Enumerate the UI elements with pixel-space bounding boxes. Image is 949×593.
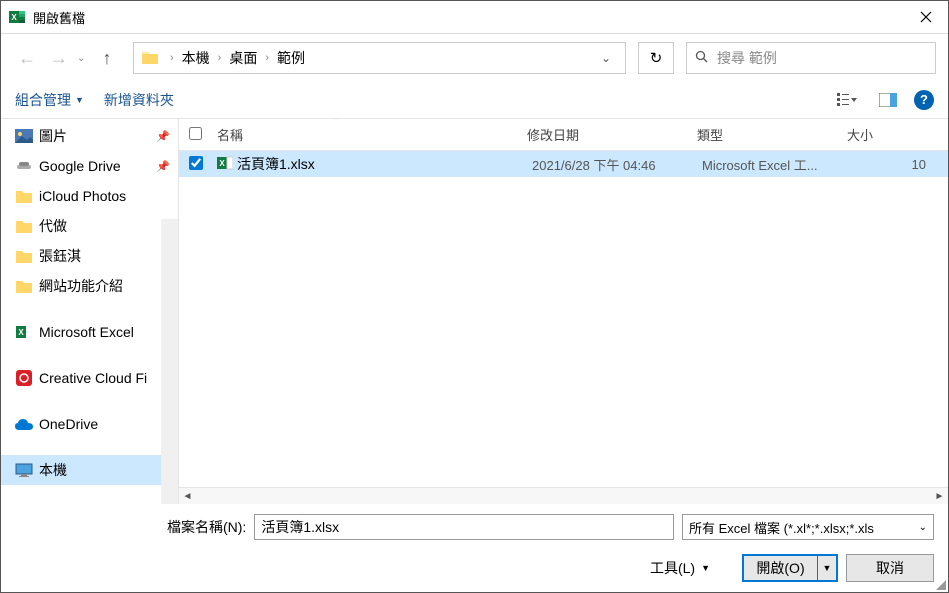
sidebar-item-folder[interactable]: 張鈺淇 (1, 241, 178, 271)
folder-icon (15, 217, 33, 235)
toolbar: 組合管理▼ 新增資料夾 ? (1, 82, 948, 118)
resize-grip[interactable] (934, 578, 946, 590)
dialog-footer: 檔案名稱(N): 所有 Excel 檔案 (*.xl*;*.xlsx;*.xls… (1, 504, 948, 592)
sidebar-item-folder[interactable]: 代做 (1, 211, 178, 241)
select-all-checkbox[interactable] (189, 127, 202, 140)
file-checkbox[interactable] (189, 156, 203, 170)
breadcrumb-item[interactable]: 桌面 (227, 48, 259, 68)
sidebar-item-onedrive[interactable]: OneDrive (1, 409, 178, 439)
search-input[interactable]: 搜尋 範例 (686, 42, 936, 74)
address-bar[interactable]: › 本機 › 桌面 › 範例 ⌄ (133, 42, 626, 74)
filename-input[interactable] (254, 514, 674, 540)
chevron-right-icon[interactable]: › (259, 52, 275, 64)
breadcrumb-item[interactable]: 範例 (275, 48, 307, 68)
open-dropdown[interactable]: ▼ (818, 556, 836, 580)
folder-icon (15, 247, 33, 265)
column-header-type[interactable]: 類型 (697, 125, 847, 144)
scroll-right-icon[interactable]: ► (931, 488, 948, 505)
file-open-dialog: X 開啟舊檔 ← → ⌄ ↑ › 本機 › 桌面 › 範例 ⌄ ↻ (0, 0, 949, 593)
horizontal-scrollbar[interactable]: ◄ ► (179, 487, 948, 504)
sidebar-item-folder[interactable]: 網站功能介紹 (1, 271, 178, 301)
file-type: Microsoft Excel 工... (702, 155, 847, 174)
breadcrumb-item[interactable]: 本機 (180, 48, 212, 68)
main-area: 圖片 📌 Google Drive 📌 iCloud Photos 代做 張鈺淇 (1, 118, 948, 504)
creative-cloud-icon (15, 369, 33, 387)
chevron-down-icon: ⌄ (919, 522, 927, 533)
address-dropdown[interactable]: ⌄ (595, 51, 617, 65)
svg-text:X: X (11, 13, 17, 22)
search-icon (695, 50, 709, 67)
svg-text:X: X (18, 328, 24, 337)
sidebar-item-excel[interactable]: X Microsoft Excel (1, 317, 178, 347)
open-button[interactable]: 開啟(O) (744, 556, 818, 580)
open-button-group: 開啟(O) ▼ (742, 554, 838, 582)
file-date: 2021/6/28 下午 04:46 (532, 155, 702, 174)
sidebar-scrollbar[interactable] (161, 219, 178, 504)
sidebar-item-network[interactable]: 網路 (1, 501, 178, 504)
excel-icon: X (15, 323, 33, 341)
navigation-bar: ← → ⌄ ↑ › 本機 › 桌面 › 範例 ⌄ ↻ 搜尋 範例 (1, 34, 948, 82)
organize-button[interactable]: 組合管理▼ (15, 90, 84, 110)
folder-icon (15, 277, 33, 295)
sidebar-item-creative-cloud[interactable]: Creative Cloud Fi (1, 363, 178, 393)
sidebar-item-gdrive[interactable]: Google Drive 📌 (1, 151, 178, 181)
refresh-button[interactable]: ↻ (638, 42, 674, 74)
column-header-size[interactable]: 大小 (847, 125, 948, 144)
forward-button[interactable]: → (45, 44, 73, 72)
cancel-button[interactable]: 取消 (846, 554, 934, 582)
sort-indicator-icon: ⌃ (332, 118, 340, 127)
gdrive-icon (15, 157, 33, 175)
sidebar-item-pictures[interactable]: 圖片 📌 (1, 121, 178, 151)
navigation-pane: 圖片 📌 Google Drive 📌 iCloud Photos 代做 張鈺淇 (1, 119, 179, 504)
chevron-right-icon[interactable]: › (212, 52, 228, 64)
filetype-dropdown[interactable]: 所有 Excel 檔案 (*.xl*;*.xlsx;*.xls ⌄ (682, 514, 934, 540)
onedrive-icon (15, 415, 33, 433)
scroll-left-icon[interactable]: ◄ (179, 488, 196, 505)
pin-icon: 📌 (156, 130, 170, 143)
folder-icon (142, 50, 158, 66)
file-name: 活頁簿1.xlsx (237, 154, 532, 174)
history-dropdown[interactable]: ⌄ (77, 53, 89, 64)
excel-app-icon: X (9, 9, 25, 25)
up-button[interactable]: ↑ (93, 44, 121, 72)
view-options-button[interactable] (834, 86, 862, 114)
new-folder-button[interactable]: 新增資料夾 (104, 90, 174, 110)
tools-button[interactable]: 工具(L) ▼ (642, 554, 718, 582)
sidebar-item-icloud[interactable]: iCloud Photos (1, 181, 178, 211)
column-header-name[interactable]: 名稱 ⌃ (217, 125, 527, 144)
back-button[interactable]: ← (13, 44, 41, 72)
svg-text:X: X (219, 159, 225, 168)
file-row[interactable]: X 活頁簿1.xlsx 2021/6/28 下午 04:46 Microsoft… (179, 151, 948, 177)
close-button[interactable] (903, 1, 948, 34)
column-header-date[interactable]: 修改日期 (527, 125, 697, 144)
pc-icon (15, 461, 33, 479)
pictures-icon (15, 127, 33, 145)
pin-icon: 📌 (156, 160, 170, 173)
titlebar: X 開啟舊檔 (1, 1, 948, 34)
column-headers: 名稱 ⌃ 修改日期 類型 大小 (179, 119, 948, 151)
excel-file-icon: X (217, 155, 237, 174)
folder-icon (15, 187, 33, 205)
search-placeholder: 搜尋 範例 (717, 48, 777, 68)
file-size: 10 (847, 157, 948, 172)
chevron-right-icon[interactable]: › (164, 52, 180, 64)
chevron-down-icon: ▼ (701, 563, 710, 573)
help-button[interactable]: ? (914, 90, 934, 110)
preview-pane-button[interactable] (874, 86, 902, 114)
window-title: 開啟舊檔 (33, 8, 903, 27)
filename-label: 檔案名稱(N): (167, 517, 246, 537)
sidebar-item-this-pc[interactable]: 本機 (1, 455, 178, 485)
file-list-area: 名稱 ⌃ 修改日期 類型 大小 X 活頁簿1.xlsx 2021/6/28 下午… (179, 119, 948, 504)
